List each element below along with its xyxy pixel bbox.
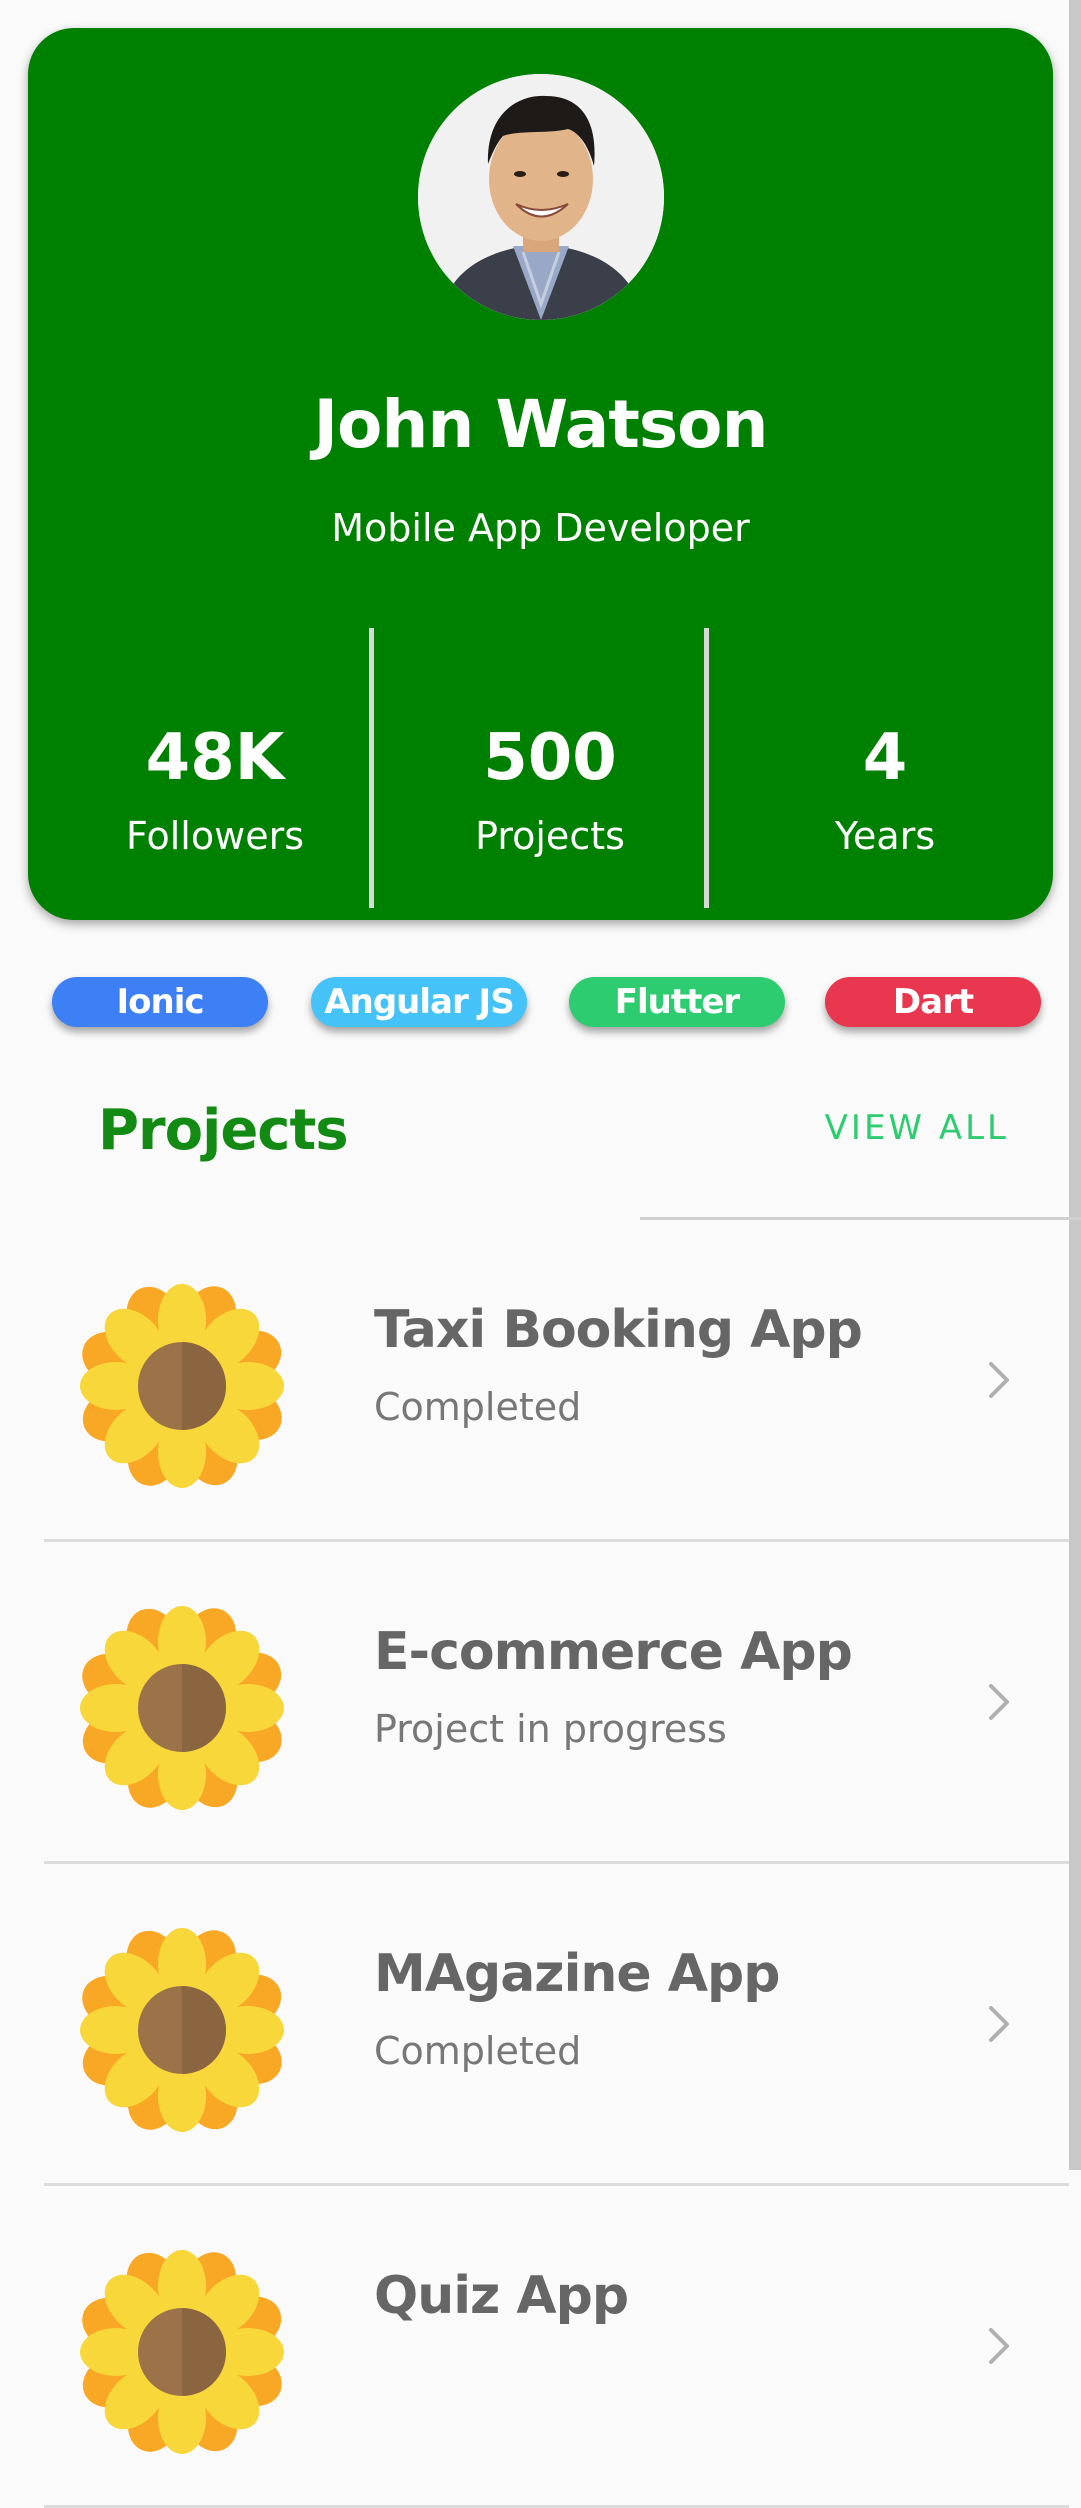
skill-chip-ionic[interactable]: Ionic [52, 977, 268, 1027]
project-list-item[interactable]: E-commerce App Project in progress [44, 1542, 1069, 1864]
chevron-right-icon[interactable] [979, 1682, 1019, 1722]
stat-years[interactable]: 4 Years [720, 718, 1050, 858]
person-avatar-icon [418, 74, 664, 320]
stat-divider [704, 628, 709, 908]
skill-chip-angular-js[interactable]: Angular JS [311, 977, 527, 1027]
project-list-item[interactable]: MAgazine App Completed [44, 1864, 1069, 2186]
project-list-item[interactable]: Quiz App [44, 2186, 1069, 2508]
chevron-right-icon[interactable] [979, 2326, 1019, 2366]
project-title: E-commerce App [374, 1622, 853, 1682]
project-status: Project in progress [374, 1707, 727, 1751]
sunflower-icon [76, 2246, 288, 2458]
sunflower-icon [76, 1280, 288, 1492]
project-status: Completed [374, 1385, 582, 1429]
stat-divider [369, 628, 374, 908]
stat-value: 500 [483, 721, 617, 795]
project-title: Quiz App [374, 2266, 629, 2326]
profile-name: John Watson [313, 386, 769, 463]
profile-card: John Watson Mobile App Developer 48K Fol… [28, 28, 1053, 920]
stat-projects[interactable]: 500 Projects [385, 718, 715, 858]
chevron-right-icon[interactable] [979, 2004, 1019, 2044]
project-status: Completed [374, 2029, 582, 2073]
chevron-right-icon[interactable] [979, 1360, 1019, 1400]
stat-label: Projects [475, 814, 625, 858]
project-title: Taxi Booking App [374, 1300, 863, 1360]
skill-chip-flutter[interactable]: Flutter [569, 977, 785, 1027]
sunflower-icon [76, 1602, 288, 1814]
projects-heading: Projects [98, 1098, 349, 1163]
view-all-button[interactable]: VIEW ALL [825, 1108, 1009, 1148]
scrollbar[interactable] [1069, 0, 1081, 2170]
project-title: MAgazine App [374, 1944, 780, 2004]
avatar[interactable] [418, 74, 664, 320]
project-list-item[interactable]: Taxi Booking App Completed [44, 1220, 1069, 1542]
stat-followers[interactable]: 48K Followers [50, 718, 380, 858]
profile-role: Mobile App Developer [331, 506, 750, 550]
stat-value: 4 [862, 721, 908, 795]
stat-value: 48K [145, 721, 285, 795]
stat-label: Years [834, 814, 936, 858]
skill-chip-dart[interactable]: Dart [825, 977, 1041, 1027]
stat-label: Followers [126, 814, 304, 858]
sunflower-icon [76, 1924, 288, 2136]
